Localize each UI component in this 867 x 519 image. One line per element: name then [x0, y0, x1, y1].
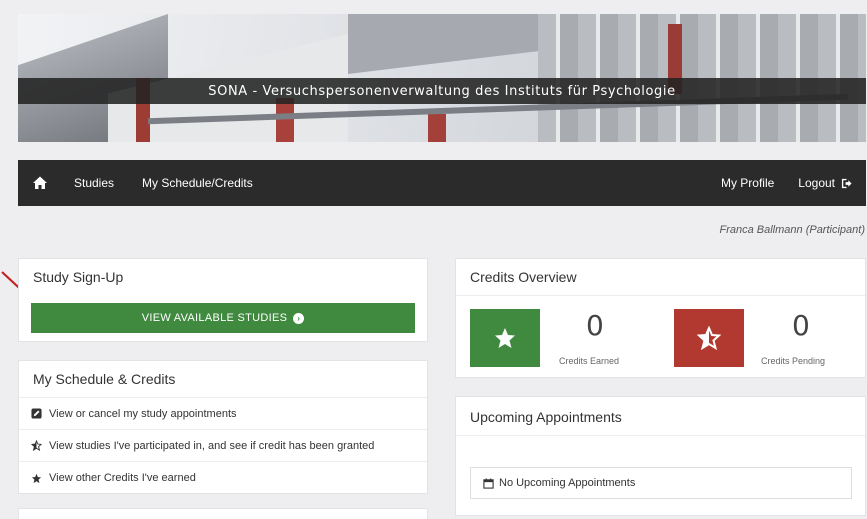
upcoming-appointments-panel: Upcoming Appointments No Upcoming Appoin… [455, 396, 866, 516]
next-panel-stub [18, 508, 428, 519]
schedule-credits-panel: My Schedule & Credits View or cancel my … [18, 360, 428, 494]
schedule-credits-title: My Schedule & Credits [19, 361, 427, 398]
credits-overview-panel: Credits Overview 0 Credits Earned 0 Cred… [455, 258, 866, 378]
list-item-participated-studies[interactable]: View studies I've participated in, and s… [19, 430, 427, 462]
credits-pending-badge [674, 309, 744, 367]
credits-pending-value: 0 [792, 309, 810, 342]
sign-out-icon [841, 178, 852, 188]
list-item-view-cancel-appointments[interactable]: View or cancel my study appointments [19, 398, 427, 430]
nav-my-profile[interactable]: My Profile [721, 176, 774, 190]
edit-icon [31, 408, 42, 419]
nav-logout[interactable]: Logout [798, 176, 852, 190]
view-available-studies-button[interactable]: VIEW AVAILABLE STUDIES › [31, 303, 415, 333]
banner-red-panel [428, 114, 446, 142]
calendar-icon [483, 477, 494, 489]
credits-earned-value: 0 [586, 309, 604, 342]
study-signup-panel: Study Sign-Up VIEW AVAILABLE STUDIES › [18, 258, 428, 342]
banner-title-strip: SONA - Versuchspersonenverwaltung des In… [18, 78, 866, 104]
credits-earned-badge [470, 309, 540, 367]
chevron-circle-right-icon: › [293, 312, 305, 324]
nav-studies[interactable]: Studies [74, 176, 114, 190]
main-navbar: Studies My Schedule/Credits My Profile L… [18, 160, 866, 206]
star-icon [31, 473, 42, 484]
header-banner: SONA - Versuchspersonenverwaltung des In… [18, 14, 866, 142]
nav-my-schedule-credits[interactable]: My Schedule/Credits [142, 176, 253, 190]
no-appointments-label: No Upcoming Appointments [499, 477, 636, 489]
star-icon [495, 328, 515, 348]
list-item-other-credits[interactable]: View other Credits I've earned [19, 462, 427, 494]
upcoming-appointments-title: Upcoming Appointments [456, 397, 865, 436]
credits-earned-label: Credits Earned [559, 356, 620, 366]
list-item-label: View or cancel my study appointments [49, 407, 237, 420]
site-title: SONA - Versuchspersonenverwaltung des In… [208, 83, 676, 99]
list-item-label: View studies I've participated in, and s… [49, 439, 375, 452]
star-half-icon [697, 326, 721, 350]
logout-label: Logout [798, 176, 835, 190]
star-half-icon [31, 440, 42, 451]
list-item-label: View other Credits I've earned [49, 472, 196, 484]
view-available-studies-label: VIEW AVAILABLE STUDIES [141, 312, 288, 324]
credits-pending-label: Credits Pending [761, 356, 826, 366]
study-signup-title: Study Sign-Up [33, 269, 124, 285]
banner-red-panel [276, 98, 294, 142]
credits-overview-title: Credits Overview [456, 259, 865, 296]
home-icon[interactable] [32, 175, 48, 191]
no-appointments-message: No Upcoming Appointments [470, 467, 852, 499]
user-name: Franca Ballmann (Participant) [719, 224, 865, 236]
